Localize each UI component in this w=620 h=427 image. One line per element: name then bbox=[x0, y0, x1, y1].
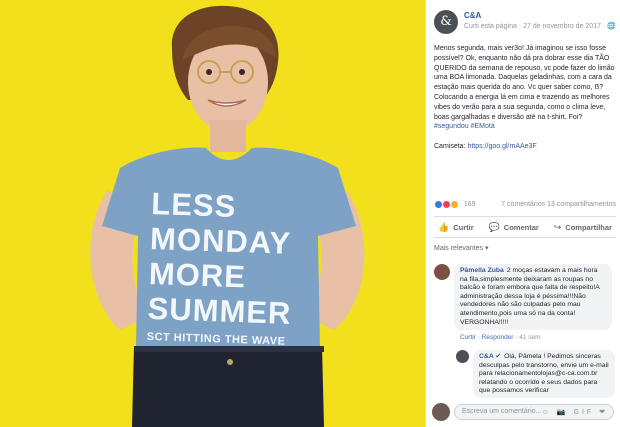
share-label: Compartilhar bbox=[565, 222, 612, 232]
comment-composer: Escreva um comentário... ☺ 📷 GIF ❤ bbox=[432, 402, 616, 422]
comment-bubble: Pâmella Zuba 2 moças estavam a mais hora … bbox=[454, 264, 612, 331]
hashtag-link[interactable]: #segundou #EMotá bbox=[434, 123, 495, 130]
comment-label: Comentar bbox=[503, 222, 539, 232]
page-avatar[interactable]: & bbox=[434, 10, 458, 34]
thumbs-up-icon: 👍 bbox=[438, 221, 450, 232]
commenter-avatar[interactable] bbox=[434, 264, 450, 280]
post-actions: 👍 Curtir 💬 Comentar ↪ Compartilhar bbox=[434, 216, 616, 238]
comment-text: 2 moças estavam a mais hora na fila,simp… bbox=[460, 267, 600, 326]
reactions-bar[interactable]: 169 7 comentários 13 compartilhamentos bbox=[434, 200, 616, 212]
shirt-line: LESS bbox=[150, 186, 237, 224]
shirt-line: MONDAY bbox=[149, 220, 292, 261]
page-reply-avatar[interactable] bbox=[456, 350, 469, 363]
shirt-link[interactable]: https://goo.gl/mAAe3F bbox=[467, 143, 536, 150]
comment-author[interactable]: C&A ✔ bbox=[479, 353, 501, 360]
post-header: & C&A Curti esta página · 27 de novembro… bbox=[434, 10, 616, 40]
post-body-text: Menos segunda, mais ver3o! Já imaginou s… bbox=[434, 45, 615, 121]
comment-time: · 41 sem bbox=[515, 334, 541, 341]
post-meta: Curti esta página · 27 de novembro de 20… bbox=[464, 23, 616, 30]
like-label: Curtir bbox=[453, 222, 474, 232]
post-side-panel: & C&A Curti esta página · 27 de novembro… bbox=[425, 0, 620, 427]
like-button[interactable]: 👍 Curtir bbox=[434, 222, 478, 233]
comment-author[interactable]: Pâmella Zuba bbox=[460, 267, 504, 274]
shirt-slogan: LESS MONDAY MORE SUMMER SCT HITTING THE … bbox=[146, 186, 321, 350]
comment-bubble: C&A ✔ Olá, Pâmela ! Pedimos sinceras desc… bbox=[473, 350, 615, 398]
user-avatar[interactable] bbox=[432, 403, 450, 421]
composer-emoji-icons[interactable]: ☺ 📷 GIF ❤ bbox=[542, 408, 608, 416]
comment-footer: Curtir · Responder · 41 sem bbox=[460, 334, 541, 341]
comment-reply-item: C&A ✔ Olá, Pâmela ! Pedimos sinceras desc… bbox=[456, 350, 616, 400]
comment-like-link[interactable]: Curtir bbox=[460, 334, 476, 341]
share-icon: ↪ bbox=[553, 221, 562, 232]
comments-shares-summary[interactable]: 7 comentários 13 compartilhamentos bbox=[501, 201, 616, 208]
shirt-line: MORE bbox=[148, 255, 247, 295]
post-photo[interactable]: LESS MONDAY MORE SUMMER SCT HITTING THE … bbox=[0, 0, 425, 427]
haha-reaction-icon bbox=[449, 200, 459, 209]
post-text: Menos segunda, mais ver3o! Já imaginou s… bbox=[434, 44, 616, 162]
comment-icon: 💬 bbox=[488, 221, 500, 232]
shirt-line: SUMMER bbox=[147, 290, 293, 331]
page-name-link[interactable]: C&A bbox=[464, 11, 481, 20]
comment-button[interactable]: 💬 Comentar bbox=[485, 222, 543, 233]
shirt-label: Camiseta: bbox=[434, 143, 466, 151]
reaction-count[interactable]: 169 bbox=[464, 201, 476, 208]
comment-reply-link[interactable]: Responder bbox=[482, 334, 514, 341]
comment-sort-dropdown[interactable]: Mais relevantes ▾ bbox=[434, 244, 488, 252]
share-button[interactable]: ↪ Compartilhar bbox=[550, 222, 616, 233]
